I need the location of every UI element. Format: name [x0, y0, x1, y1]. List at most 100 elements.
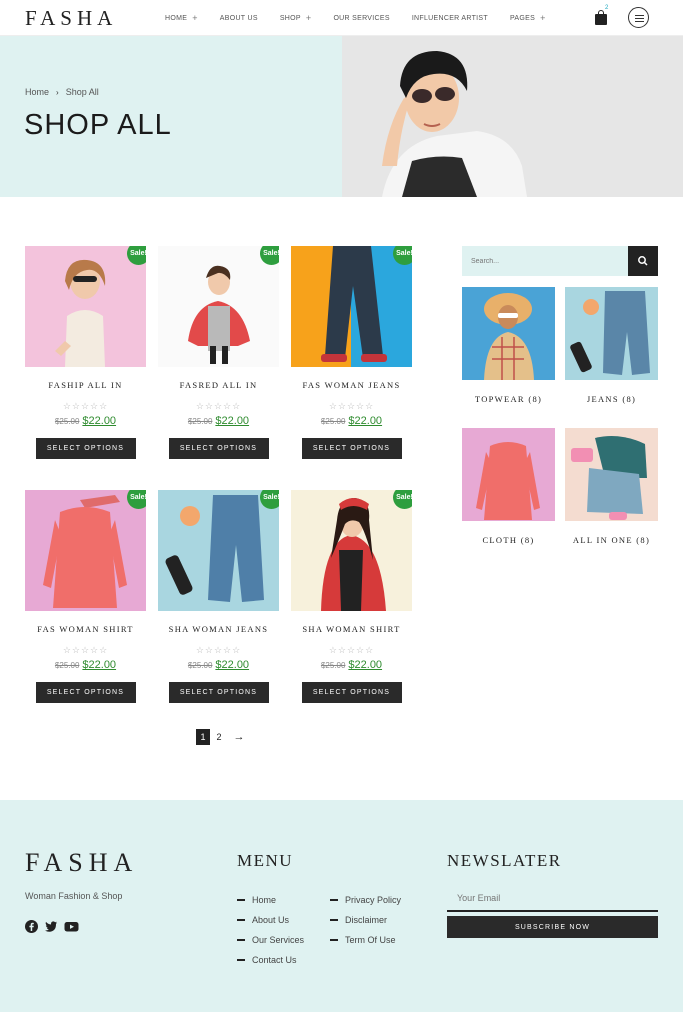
product-price: $25.00 $22.00 [158, 659, 279, 671]
category-label[interactable]: CLOTH (8) [462, 535, 555, 545]
nav-shop[interactable]: SHOP + [280, 13, 312, 23]
product-name[interactable]: FAS WOMAN JEANS [291, 380, 412, 390]
product-name[interactable]: FASHIP ALL IN [25, 380, 146, 390]
product-card: Sale! FASRED ALL IN ☆☆☆☆☆ $25.00 $22.00 S… [158, 246, 279, 459]
category-card[interactable]: TOPWEAR (8) [462, 287, 555, 404]
newsletter-heading: NEWSLATER [447, 851, 562, 870]
site-logo[interactable]: FASHA [25, 6, 117, 31]
page-title: SHOP ALL [24, 109, 172, 141]
breadcrumb-current: Shop All [65, 87, 99, 97]
footer-link-our-services[interactable]: Our Services [237, 930, 304, 950]
select-options-button[interactable]: SELECT OPTIONS [168, 438, 269, 459]
nav-label: HOME [165, 14, 188, 22]
product-card: Sale! SHA WOMAN JEANS ☆☆☆☆☆ $25.00 $22.00… [158, 490, 279, 703]
product-image[interactable]: Sale! [158, 490, 279, 611]
page-2[interactable]: 2 [212, 729, 226, 745]
nav-home[interactable]: HOME + [165, 13, 198, 23]
nav-label: SHOP [279, 14, 301, 22]
cart-button[interactable]: 2 [594, 5, 608, 25]
star-rating-icon: ☆☆☆☆☆ [195, 645, 242, 655]
product-image[interactable]: Sale! [291, 246, 412, 367]
sale-price: $22.00 [348, 415, 383, 427]
product-name[interactable]: SHA WOMAN SHIRT [291, 624, 412, 634]
nav-about-us[interactable]: ABOUT US [220, 15, 258, 22]
page-1[interactable]: 1 [196, 729, 210, 745]
select-options-button[interactable]: SELECT OPTIONS [35, 682, 136, 703]
pagination: 1 2 → [196, 729, 248, 745]
youtube-icon[interactable] [64, 920, 79, 938]
product-name[interactable]: FASRED ALL IN [158, 380, 279, 390]
star-rating-icon: ☆☆☆☆☆ [62, 401, 109, 411]
site-footer: FASHA Woman Fashion & Shop MENU Home Abo… [0, 800, 683, 1012]
nav-pages[interactable]: PAGES + [510, 13, 546, 23]
arrow-right-icon[interactable]: → [232, 729, 246, 745]
category-image[interactable] [565, 428, 658, 521]
footer-logo[interactable]: FASHA [25, 848, 138, 878]
category-image[interactable] [462, 428, 555, 521]
select-options-button[interactable]: SELECT OPTIONS [301, 682, 402, 703]
old-price: $25.00 [320, 417, 346, 426]
newsletter-email-input[interactable] [447, 886, 658, 912]
category-card[interactable]: CLOTH (8) [462, 428, 555, 545]
product-card: Sale! FAS WOMAN JEANS ☆☆☆☆☆ $25.00 $22.00… [291, 246, 412, 459]
twitter-icon[interactable] [44, 920, 58, 938]
footer-link-disclaimer[interactable]: Disclaimer [330, 910, 401, 930]
product-price: $25.00 $22.00 [25, 415, 146, 427]
old-price: $25.00 [54, 661, 80, 670]
product-image[interactable]: Sale! [291, 490, 412, 611]
footer-menu-heading: MENU [237, 851, 294, 870]
plus-icon: + [192, 13, 198, 23]
select-options-button[interactable]: SELECT OPTIONS [35, 438, 136, 459]
category-label[interactable]: JEANS (8) [565, 394, 658, 404]
old-price: $25.00 [187, 661, 213, 670]
product-name[interactable]: FAS WOMAN SHIRT [25, 624, 146, 634]
old-price: $25.00 [54, 417, 80, 426]
old-price: $25.00 [320, 661, 346, 670]
sale-price: $22.00 [348, 659, 383, 671]
product-price: $25.00 $22.00 [158, 415, 279, 427]
footer-link-about-us[interactable]: About Us [237, 910, 304, 930]
product-name[interactable]: SHA WOMAN JEANS [158, 624, 279, 634]
nav-our-services[interactable]: OUR SERVICES [333, 15, 389, 22]
hamburger-menu-icon[interactable] [628, 7, 649, 28]
search-icon [638, 256, 648, 266]
cart-count-badge: 2 [605, 5, 609, 11]
product-card: Sale! FASHIP ALL IN ☆☆☆☆☆ $25.00 $22.00 S… [25, 246, 146, 459]
category-image[interactable] [462, 287, 555, 380]
footer-link-home[interactable]: Home [237, 890, 304, 910]
star-rating-icon: ☆☆☆☆☆ [62, 645, 109, 655]
search-input[interactable] [462, 246, 628, 276]
footer-link-privacy-policy[interactable]: Privacy Policy [330, 890, 401, 910]
search-button[interactable] [628, 246, 658, 276]
nav-label: PAGES [509, 14, 536, 22]
product-price: $25.00 $22.00 [291, 659, 412, 671]
category-card[interactable]: ALL IN ONE (8) [565, 428, 658, 545]
star-rating-icon: ☆☆☆☆☆ [195, 401, 242, 411]
footer-link-contact-us[interactable]: Contact Us [237, 950, 304, 970]
hero-model-image [342, 36, 683, 197]
footer-menu-col2: Privacy Policy Disclaimer Term Of Use [330, 890, 401, 950]
select-options-button[interactable]: SELECT OPTIONS [301, 438, 402, 459]
sale-price: $22.00 [82, 415, 117, 427]
product-price: $25.00 $22.00 [25, 659, 146, 671]
star-rating-icon: ☆☆☆☆☆ [328, 645, 375, 655]
nav-label: ABOUT US [219, 14, 258, 22]
nav-label: INFLUENCER ARTIST [411, 14, 488, 22]
plus-icon: + [305, 13, 312, 23]
category-image[interactable] [565, 287, 658, 380]
select-options-button[interactable]: SELECT OPTIONS [168, 682, 269, 703]
subscribe-button[interactable]: SUBSCRIBE NOW [447, 916, 658, 938]
breadcrumb-home[interactable]: Home [25, 87, 49, 97]
footer-link-term-of-use[interactable]: Term Of Use [330, 930, 401, 950]
category-card[interactable]: JEANS (8) [565, 287, 658, 404]
product-image[interactable]: Sale! [25, 490, 146, 611]
star-rating-icon: ☆☆☆☆☆ [328, 401, 375, 411]
product-image[interactable]: Sale! [158, 246, 279, 367]
category-label[interactable]: ALL IN ONE (8) [565, 535, 658, 545]
breadcrumb: Home › Shop All [25, 87, 99, 97]
nav-influencer-artist[interactable]: INFLUENCER ARTIST [412, 15, 488, 22]
category-label[interactable]: TOPWEAR (8) [462, 394, 555, 404]
site-header: FASHA HOME + ABOUT US SHOP + OUR SERVICES … [0, 0, 683, 36]
product-image[interactable]: Sale! [25, 246, 146, 367]
facebook-icon[interactable] [25, 920, 38, 938]
